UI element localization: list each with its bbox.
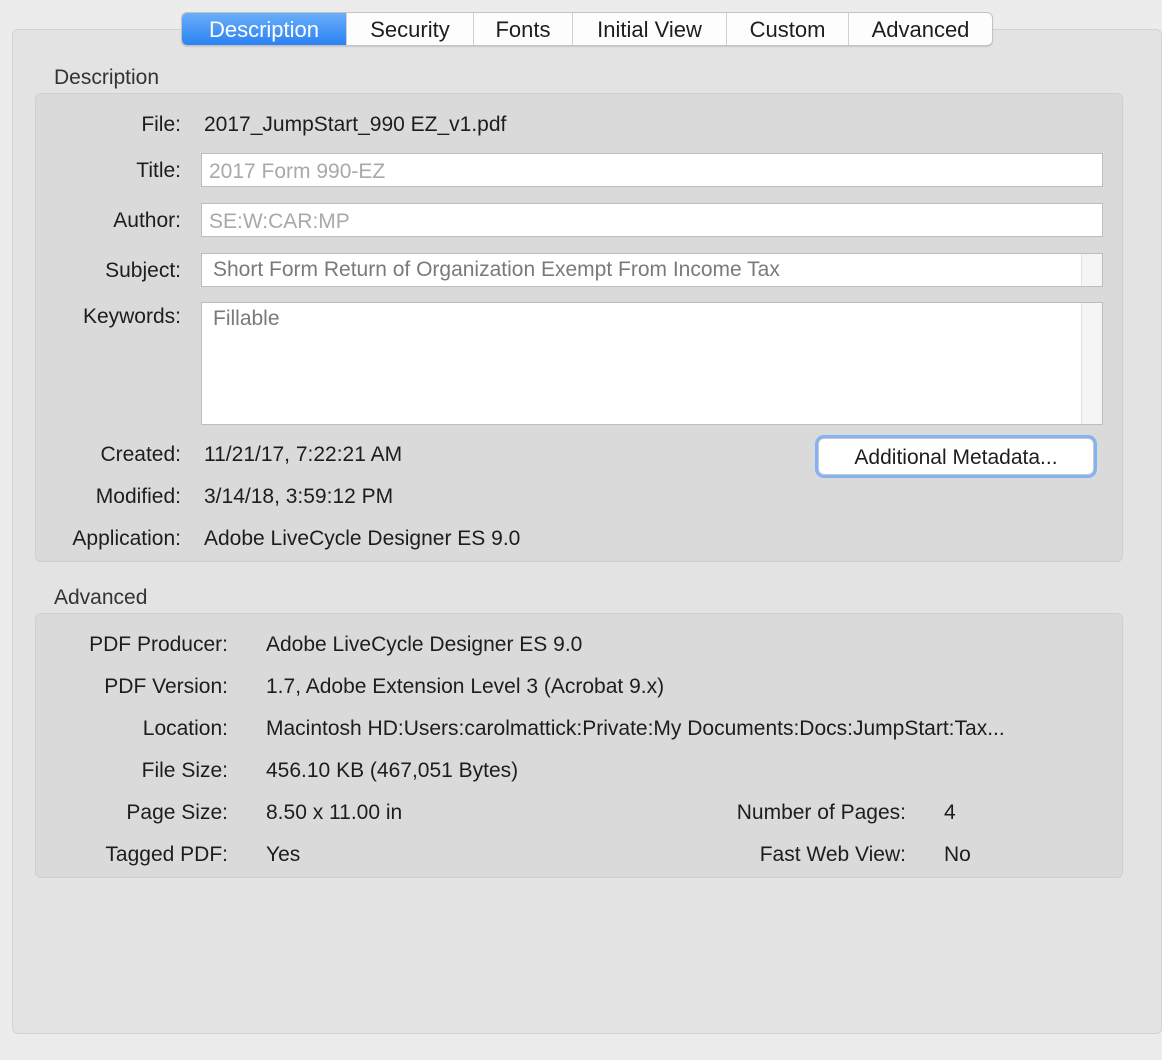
- file-value: 2017_JumpStart_990 EZ_v1.pdf: [204, 113, 507, 136]
- subject-field[interactable]: Short Form Return of Organization Exempt…: [201, 253, 1103, 287]
- keywords-value: Fillable: [213, 307, 280, 330]
- location-label: Location:: [142, 717, 228, 740]
- advanced-section-title: Advanced: [54, 586, 148, 609]
- application-label: Application:: [72, 527, 181, 550]
- title-field[interactable]: 2017 Form 990-EZ: [201, 153, 1103, 187]
- author-label: Author:: [113, 209, 181, 232]
- number-of-pages-value: 4: [944, 801, 956, 824]
- modified-value: 3/14/18, 3:59:12 PM: [204, 485, 394, 508]
- tagged-pdf-value: Yes: [266, 843, 301, 866]
- subject-label: Subject:: [105, 259, 181, 282]
- tab-custom[interactable]: Custom: [726, 13, 848, 45]
- tab-description[interactable]: Description: [182, 13, 346, 45]
- fast-web-view-value: No: [944, 843, 971, 866]
- pdf-version-label: PDF Version:: [104, 675, 228, 698]
- file-size-value: 456.10 KB (467,051 Bytes): [266, 759, 519, 782]
- author-field[interactable]: SE:W:CAR:MP: [201, 203, 1103, 237]
- pdf-producer-label: PDF Producer:: [89, 633, 228, 656]
- tagged-pdf-label: Tagged PDF:: [105, 843, 228, 866]
- application-value: Adobe LiveCycle Designer ES 9.0: [204, 527, 521, 550]
- title-label: Title:: [136, 159, 181, 182]
- tab-fonts[interactable]: Fonts: [473, 13, 572, 45]
- subject-scrollbar[interactable]: [1081, 254, 1102, 286]
- tab-security[interactable]: Security: [346, 13, 473, 45]
- pdf-version-value: 1.7, Adobe Extension Level 3 (Acrobat 9.…: [266, 675, 665, 698]
- description-section-title: Description: [54, 66, 160, 89]
- pdf-producer-value: Adobe LiveCycle Designer ES 9.0: [266, 633, 583, 656]
- file-label: File:: [141, 113, 181, 136]
- location-value: Macintosh HD:Users:carolmattick:Private:…: [266, 717, 1005, 740]
- file-size-label: File Size:: [141, 759, 228, 782]
- keywords-field[interactable]: Fillable: [201, 302, 1103, 425]
- modified-label: Modified:: [95, 485, 181, 508]
- subject-value: Short Form Return of Organization Exempt…: [213, 258, 780, 281]
- page-size-value: 8.50 x 11.00 in: [266, 801, 403, 824]
- tab-advanced[interactable]: Advanced: [848, 13, 992, 45]
- created-label: Created:: [100, 443, 181, 466]
- page-size-label: Page Size:: [126, 801, 228, 824]
- tab-bar: Description Security Fonts Initial View …: [181, 12, 993, 46]
- created-value: 11/21/17, 7:22:21 AM: [204, 443, 403, 466]
- keywords-scrollbar[interactable]: [1081, 303, 1102, 424]
- additional-metadata-button[interactable]: Additional Metadata...: [818, 438, 1094, 475]
- fast-web-view-label: Fast Web View:: [759, 843, 906, 866]
- keywords-label: Keywords:: [82, 305, 181, 328]
- tab-initial-view[interactable]: Initial View: [572, 13, 726, 45]
- number-of-pages-label: Number of Pages:: [736, 801, 906, 824]
